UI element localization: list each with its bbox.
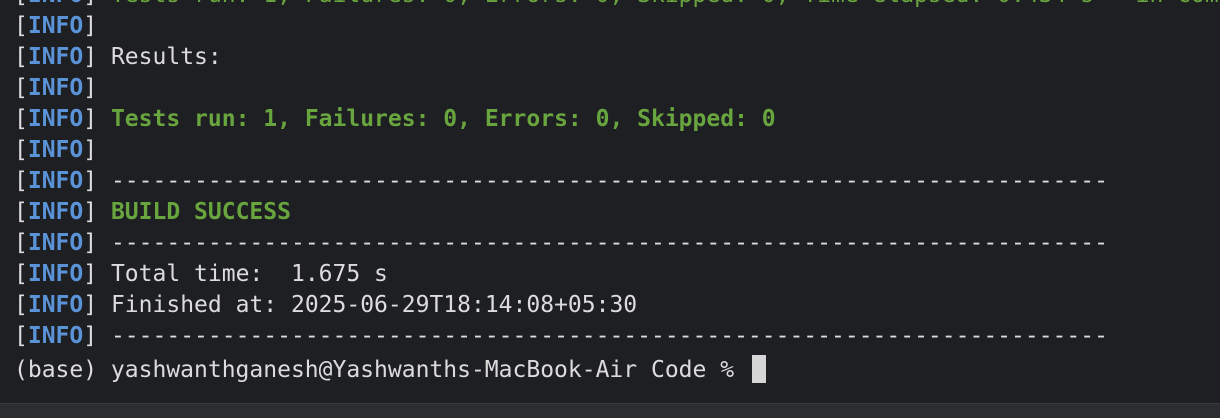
log-level: INFO (27, 168, 84, 194)
log-message: Tests run: 1, Failures: 0, Errors: 0, Sk… (111, 0, 1219, 8)
log-line: [INFO] ---------------------------------… (14, 168, 1108, 194)
terminal-output: [INFO] Tests run: 1, Failures: 0, Errors… (14, 0, 1220, 386)
total-time: Total time: 1.675 s (110, 261, 388, 287)
log-line: [INFO] Total time: 1.675 s (14, 261, 388, 287)
log-line: [INFO] (14, 137, 111, 163)
separator-line: ----------------------------------------… (110, 323, 1108, 349)
shell-prompt: (base) yashwanthganesh@Yashwanths-MacBoo… (14, 357, 748, 383)
log-line: [INFO] Tests run: 1, Failures: 0, Errors… (14, 106, 776, 132)
terminal-window[interactable]: [INFO] Tests run: 1, Failures: 0, Errors… (0, 0, 1220, 418)
text-cursor[interactable] (751, 355, 766, 383)
log-level: INFO (27, 261, 84, 287)
log-line: [INFO] ---------------------------------… (14, 323, 1108, 349)
finished-at: Finished at: 2025-06-29T18:14:08+05:30 (110, 292, 638, 318)
log-line: [INFO] ---------------------------------… (14, 230, 1108, 256)
log-level: INFO (27, 106, 84, 132)
log-level: INFO (27, 323, 84, 349)
log-level: INFO (27, 44, 84, 70)
bottom-toolbar (0, 403, 1220, 418)
test-summary: Tests run: 1, Failures: 0, Errors: 0, Sk… (110, 106, 776, 132)
log-message: Results: (110, 44, 222, 70)
log-level: INFO (27, 292, 84, 318)
log-level: INFO (27, 13, 84, 39)
shell-prompt-line[interactable]: (base) yashwanthganesh@Yashwanths-MacBoo… (14, 355, 1220, 386)
log-level: INFO (27, 137, 84, 163)
log-line: [INFO] BUILD SUCCESS (14, 199, 291, 225)
log-level: INFO (27, 75, 84, 101)
log-level: INFO (28, 0, 83, 8)
log-line: [INFO] (14, 75, 111, 101)
separator-line: ----------------------------------------… (110, 230, 1108, 256)
log-level: INFO (27, 199, 84, 225)
separator-line: ----------------------------------------… (110, 168, 1108, 194)
log-line: [INFO] Results: (14, 44, 222, 70)
build-status: BUILD SUCCESS (110, 199, 291, 225)
log-line: [INFO] Tests run: 1, Failures: 0, Errors… (14, 0, 1220, 11)
log-line: [INFO] (14, 13, 111, 39)
log-line: [INFO] Finished at: 2025-06-29T18:14:08+… (14, 292, 638, 318)
log-level: INFO (27, 230, 84, 256)
